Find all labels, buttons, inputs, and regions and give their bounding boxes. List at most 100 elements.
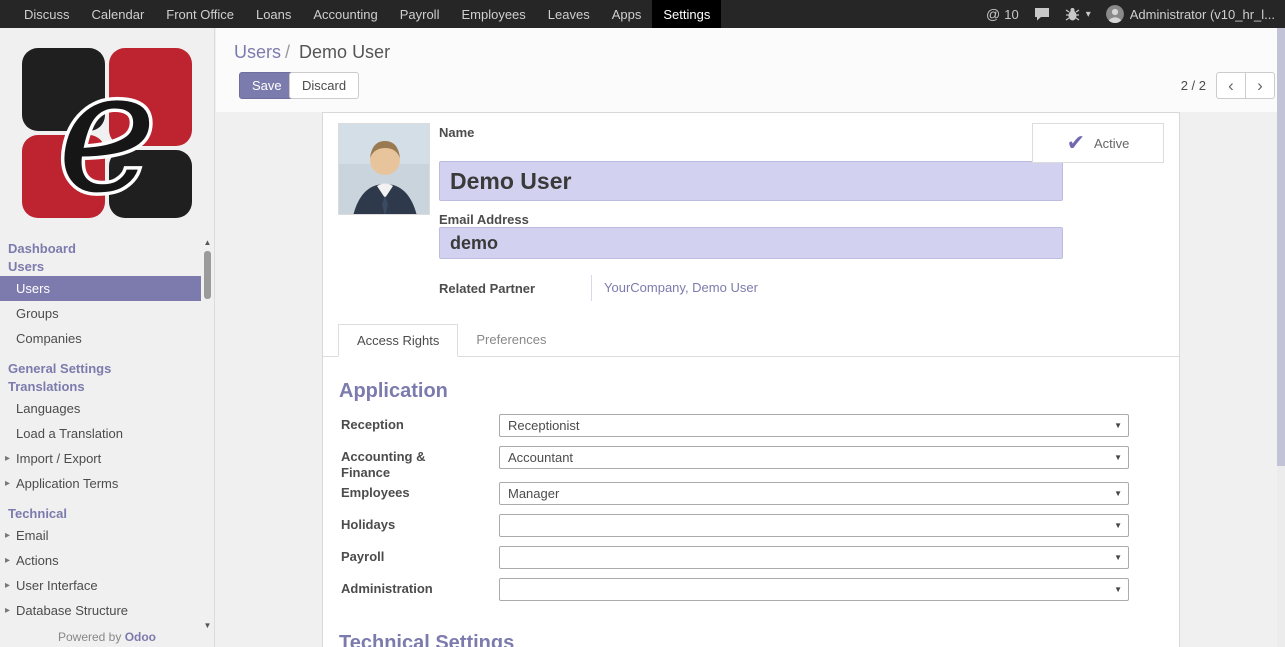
nav-item-leaves[interactable]: Leaves <box>537 0 601 28</box>
administration-label: Administration <box>341 581 463 597</box>
user-menu-button[interactable]: Administrator (v10_hr_l... <box>1106 5 1275 23</box>
svg-text:e: e <box>57 48 156 218</box>
sidebar-item-actions[interactable]: ▸ Actions <box>0 548 201 573</box>
name-input[interactable]: Demo User <box>439 161 1063 201</box>
technical-settings-section-title: Technical Settings <box>339 632 514 647</box>
record-pager: 2 / 2 ‹ › <box>1181 72 1275 99</box>
debug-menu-button[interactable]: ▾ <box>1065 7 1091 21</box>
mention-counter-button[interactable]: @ 10 <box>986 6 1019 22</box>
sidebar-header-translations: Translations <box>0 378 201 396</box>
sidebar-item-dashboard[interactable]: Dashboard <box>0 240 201 258</box>
odoo-brand-link[interactable]: Odoo <box>125 630 156 644</box>
chevron-right-icon: › <box>1257 76 1263 95</box>
mention-icon: @ <box>986 6 1000 22</box>
sidebar-item-label: Application Terms <box>16 476 118 491</box>
select-arrow-icon: ▼ <box>1114 447 1122 468</box>
holidays-select[interactable]: ▼ <box>499 514 1129 537</box>
select-arrow-icon: ▼ <box>1114 415 1122 436</box>
nav-item-discuss[interactable]: Discuss <box>13 0 81 28</box>
main-scrollbar <box>1277 28 1285 647</box>
employees-label: Employees <box>341 485 463 501</box>
active-toggle-button[interactable]: ✔ Active <box>1032 123 1164 163</box>
sidebar-header-general-settings: General Settings <box>0 360 201 378</box>
tab-access-rights[interactable]: Access Rights <box>338 324 458 357</box>
sidebar-item-users-section[interactable]: Users <box>0 258 201 276</box>
application-section-title: Application <box>339 380 448 403</box>
chat-icon <box>1034 7 1050 21</box>
sidebar-scrollbar: ▲ ▼ <box>203 238 212 631</box>
bug-icon <box>1065 7 1080 21</box>
user-avatar <box>1106 5 1124 23</box>
select-arrow-icon: ▼ <box>1114 579 1122 600</box>
expand-arrow-icon: ▸ <box>5 548 10 573</box>
chevron-left-icon: ‹ <box>1228 76 1234 95</box>
payroll-select[interactable]: ▼ <box>499 546 1129 569</box>
expand-arrow-icon: ▸ <box>5 523 10 548</box>
reception-label: Reception <box>341 417 463 433</box>
related-partner-label: Related Partner <box>439 281 535 296</box>
nav-item-settings[interactable]: Settings <box>652 0 721 28</box>
nav-item-payroll[interactable]: Payroll <box>389 0 451 28</box>
expand-arrow-icon: ▸ <box>5 598 10 623</box>
powered-by-text: Powered by <box>58 630 121 644</box>
sidebar-item-groups[interactable]: Groups <box>0 301 201 326</box>
sidebar-header-technical: Technical <box>0 505 201 523</box>
user-name: Administrator (v10_hr_l... <box>1130 7 1275 22</box>
save-button[interactable]: Save <box>239 72 295 99</box>
administration-select[interactable]: ▼ <box>499 578 1129 601</box>
mention-count: 10 <box>1004 7 1018 22</box>
breadcrumb-separator: / <box>281 42 294 62</box>
sidebar-item-companies[interactable]: Companies <box>0 326 201 351</box>
sidebar-item-load-translation[interactable]: Load a Translation <box>0 421 201 446</box>
scroll-up-icon[interactable]: ▲ <box>203 238 212 248</box>
sidebar-item-import-export[interactable]: ▸ Import / Export <box>0 446 201 471</box>
powered-by: Powered by Odoo <box>0 630 214 644</box>
employees-select[interactable]: Manager ▼ <box>499 482 1129 505</box>
sidebar-item-database-structure[interactable]: ▸ Database Structure <box>0 598 201 623</box>
main-scroll-thumb[interactable] <box>1277 28 1285 466</box>
select-value: Accountant <box>508 450 573 465</box>
main-content: Users/ Demo User Save Discard 2 / 2 ‹ › <box>216 28 1285 647</box>
nav-item-loans[interactable]: Loans <box>245 0 302 28</box>
pager-previous-button[interactable]: ‹ <box>1216 72 1246 99</box>
nav-item-accounting[interactable]: Accounting <box>302 0 388 28</box>
form-tabs: Access Rights Preferences <box>323 325 1179 357</box>
select-value: Manager <box>508 486 559 501</box>
discard-button[interactable]: Discard <box>289 72 359 99</box>
sidebar-item-email[interactable]: ▸ Email <box>0 523 201 548</box>
expand-arrow-icon: ▸ <box>5 573 10 598</box>
sidebar-item-label: Import / Export <box>16 451 101 466</box>
user-photo[interactable] <box>338 123 430 215</box>
pager-next-button[interactable]: › <box>1245 72 1275 99</box>
select-arrow-icon: ▼ <box>1114 547 1122 568</box>
company-logo: e <box>22 48 192 218</box>
nav-item-calendar[interactable]: Calendar <box>81 0 156 28</box>
breadcrumb-users-link[interactable]: Users <box>234 42 281 62</box>
sidebar-item-application-terms[interactable]: ▸ Application Terms <box>0 471 201 496</box>
main-menu: Discuss Calendar Front Office Loans Acco… <box>0 0 721 28</box>
reception-select[interactable]: Receptionist ▼ <box>499 414 1129 437</box>
breadcrumb-current: Demo User <box>299 42 390 62</box>
nav-item-apps[interactable]: Apps <box>601 0 653 28</box>
select-value: Receptionist <box>508 418 580 433</box>
sidebar-item-user-interface[interactable]: ▸ User Interface <box>0 573 201 598</box>
check-icon: ✔ <box>1067 130 1085 156</box>
related-partner-link[interactable]: YourCompany, Demo User <box>591 275 758 301</box>
tab-preferences[interactable]: Preferences <box>458 324 564 356</box>
accounting-finance-label: Accounting & Finance <box>341 449 463 481</box>
nav-item-employees[interactable]: Employees <box>450 0 536 28</box>
caret-down-icon: ▾ <box>1086 9 1091 20</box>
payroll-label: Payroll <box>341 549 463 565</box>
active-label: Active <box>1094 136 1129 151</box>
sidebar-item-languages[interactable]: Languages <box>0 396 201 421</box>
select-arrow-icon: ▼ <box>1114 483 1122 504</box>
accounting-finance-select[interactable]: Accountant ▼ <box>499 446 1129 469</box>
sidebar-menu: Dashboard Users Users Groups Companies G… <box>0 240 201 623</box>
messages-button[interactable] <box>1034 7 1050 21</box>
email-field[interactable]: demo <box>439 227 1063 259</box>
sidebar-item-label: Database Structure <box>16 603 128 618</box>
nav-item-front-office[interactable]: Front Office <box>155 0 245 28</box>
breadcrumb: Users/ Demo User <box>234 42 390 63</box>
sidebar-item-users[interactable]: Users <box>0 276 201 301</box>
sidebar-scroll-thumb[interactable] <box>204 251 211 299</box>
